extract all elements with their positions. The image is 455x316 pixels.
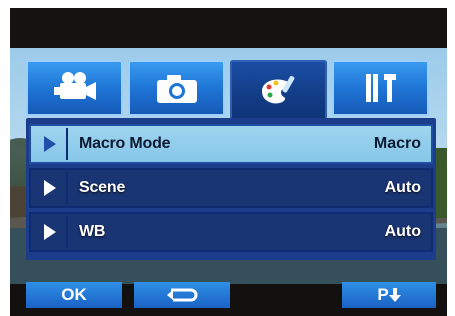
settings-menu: Macro Mode Macro Scene Auto WB Auto <box>26 118 436 260</box>
play-arrow-icon <box>43 224 56 240</box>
row-arrow <box>33 216 68 248</box>
top-bar <box>10 8 447 48</box>
menu-item-scene[interactable]: Scene Auto <box>29 168 433 208</box>
menu-item-value: Auto <box>384 223 421 240</box>
movie-camera-icon <box>53 72 96 100</box>
photo-camera-icon <box>156 75 197 103</box>
tools-settings-icon <box>365 74 396 102</box>
menu-item-label: Scene <box>79 179 126 196</box>
tab-setup[interactable] <box>332 60 429 116</box>
tab-effects[interactable] <box>230 60 327 120</box>
palette-brush-icon <box>261 75 294 104</box>
play-arrow-icon <box>43 180 56 196</box>
menu-item-wb[interactable]: WB Auto <box>29 212 433 252</box>
ok-label: OK <box>61 285 87 304</box>
page-down-button[interactable]: P <box>342 282 436 308</box>
return-arrow-icon <box>167 288 198 302</box>
menu-item-value: Macro <box>373 135 421 152</box>
tab-video[interactable] <box>26 60 123 116</box>
row-arrow <box>33 128 68 160</box>
down-arrow-icon <box>388 288 401 302</box>
ok-button[interactable]: OK <box>26 282 122 308</box>
row-arrow <box>33 172 68 204</box>
menu-item-label: WB <box>79 223 106 240</box>
tab-photo[interactable] <box>128 60 225 116</box>
menu-item-macro-mode[interactable]: Macro Mode Macro <box>29 124 433 164</box>
back-button[interactable] <box>134 282 230 308</box>
page-label: P <box>377 285 389 304</box>
play-arrow-icon <box>43 136 56 152</box>
menu-item-value: Auto <box>384 179 421 196</box>
menu-item-label: Macro Mode <box>79 135 171 152</box>
